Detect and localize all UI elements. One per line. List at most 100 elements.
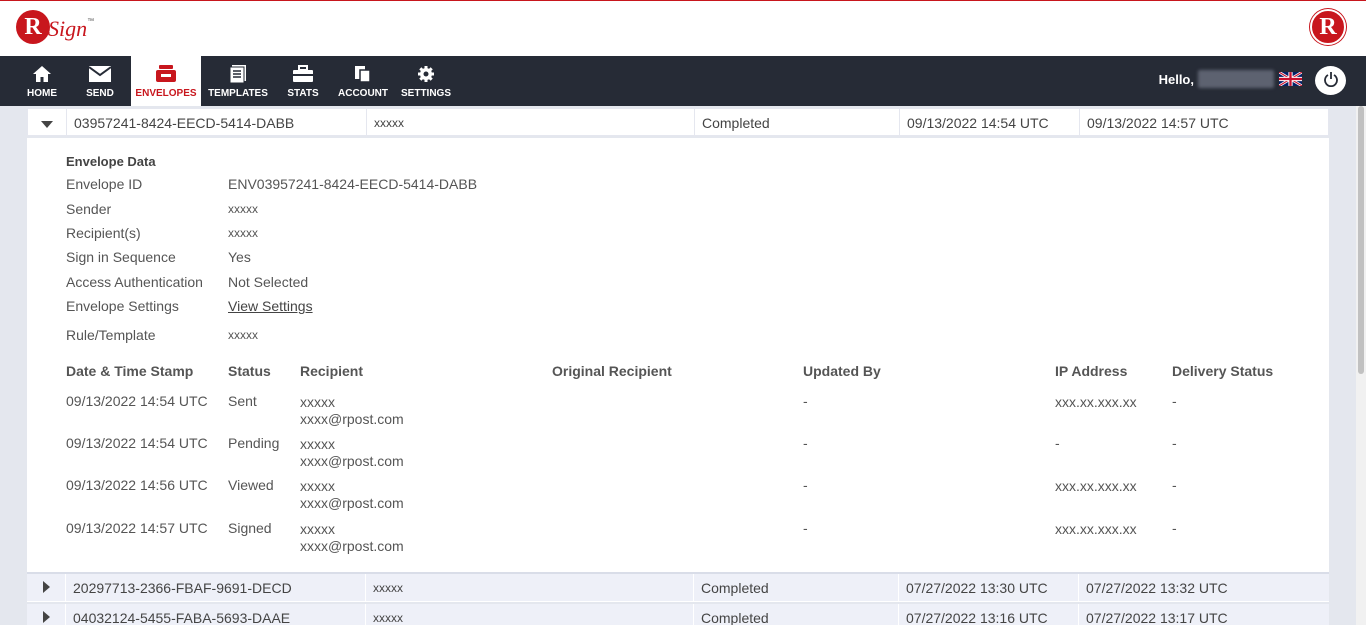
field-label: Sender bbox=[66, 201, 112, 217]
rsign-logo[interactable]: R Sign ™ bbox=[16, 9, 94, 45]
briefcase-icon bbox=[292, 56, 314, 86]
history-status: Viewed bbox=[228, 477, 274, 493]
field-label: Access Authentication bbox=[66, 274, 203, 290]
history-recipient-email: xxxx@rpost.com bbox=[300, 453, 404, 469]
history-timestamp: 09/13/2022 14:54 UTC bbox=[66, 435, 208, 451]
history-timestamp: 09/13/2022 14:56 UTC bbox=[66, 477, 208, 493]
field-value-rule-template: xxxxx bbox=[228, 328, 258, 342]
envelope-id-cell: 03957241-8424-EECD-5414-DABB bbox=[66, 109, 366, 137]
history-delivery: - bbox=[1172, 477, 1177, 493]
field-value-sender: xxxxx bbox=[228, 202, 258, 216]
nav-settings[interactable]: SETTINGS bbox=[401, 56, 451, 106]
history-header-status: Status bbox=[228, 363, 271, 379]
envelope-icon bbox=[89, 56, 111, 86]
caret-down-icon bbox=[41, 115, 53, 131]
history-status: Pending bbox=[228, 435, 280, 451]
status-cell: Completed bbox=[693, 574, 898, 602]
history-recipient-name: xxxxx bbox=[300, 394, 335, 410]
history-recipient-name: xxxxx bbox=[300, 436, 335, 452]
expand-row-button[interactable] bbox=[27, 574, 65, 602]
top-header: R Sign ™ R bbox=[0, 0, 1366, 56]
gear-icon bbox=[417, 56, 435, 86]
sent-date-cell: 07/27/2022 13:30 UTC bbox=[898, 574, 1078, 602]
history-delivery: - bbox=[1172, 435, 1177, 451]
history-header-ip-address: IP Address bbox=[1055, 363, 1128, 379]
updated-date-cell: 07/27/2022 13:17 UTC bbox=[1078, 604, 1328, 625]
vertical-scrollbar[interactable] bbox=[1356, 106, 1366, 625]
field-label: Recipient(s) bbox=[66, 225, 141, 241]
nav-home-label: HOME bbox=[27, 88, 57, 99]
updated-date-cell: 07/27/2022 13:32 UTC bbox=[1078, 574, 1328, 602]
inbox-icon bbox=[155, 56, 177, 86]
home-icon bbox=[32, 56, 52, 86]
updated-date-cell: 09/13/2022 14:57 UTC bbox=[1079, 109, 1329, 137]
history-recipient-email: xxxx@rpost.com bbox=[300, 538, 404, 554]
field-label: Envelope Settings bbox=[66, 298, 179, 314]
history-delivery: - bbox=[1172, 393, 1177, 409]
nav-account-label: ACCOUNT bbox=[338, 88, 388, 99]
history-timestamp: 09/13/2022 14:57 UTC bbox=[66, 520, 208, 536]
uk-flag-icon[interactable] bbox=[1278, 70, 1303, 88]
nav-send-label: SEND bbox=[86, 88, 114, 99]
caret-right-icon bbox=[42, 610, 50, 625]
power-icon bbox=[1323, 71, 1339, 90]
history-timestamp: 09/13/2022 14:54 UTC bbox=[66, 393, 208, 409]
nav-envelopes[interactable]: ENVELOPES bbox=[131, 56, 201, 106]
history-header-recipient: Recipient bbox=[300, 363, 364, 379]
greeting-text: Hello, bbox=[1158, 72, 1194, 87]
history-header-timestamp: Date & Time Stamp bbox=[66, 363, 194, 379]
nav-send[interactable]: SEND bbox=[80, 56, 120, 106]
envelope-id-cell: 04032124-5455-FABA-5693-DAAE bbox=[65, 604, 365, 625]
subject-cell: xxxxx bbox=[366, 109, 694, 137]
history-header-delivery-status: Delivery Status bbox=[1172, 363, 1274, 379]
envelope-detail-panel: Envelope Data Envelope ID ENV03957241-84… bbox=[27, 138, 1329, 572]
view-settings-link[interactable]: View Settings bbox=[228, 298, 313, 314]
envelope-row[interactable]: 04032124-5455-FABA-5693-DAAE xxxxx Compl… bbox=[27, 604, 1329, 625]
subject-cell: xxxxx bbox=[365, 604, 693, 625]
nav-settings-label: SETTINGS bbox=[401, 88, 452, 99]
logo-wordmark: Sign bbox=[48, 16, 88, 41]
status-cell: Completed bbox=[693, 604, 898, 625]
document-icon bbox=[229, 56, 247, 86]
field-value-envelope-id: ENV03957241-8424-EECD-5414-DABB bbox=[228, 176, 478, 192]
field-label: Envelope ID bbox=[66, 176, 143, 192]
history-ip: xxx.xx.xxx.xx bbox=[1055, 394, 1137, 410]
history-recipient-email: xxxx@rpost.com bbox=[300, 495, 404, 511]
collapse-row-button[interactable] bbox=[28, 109, 66, 137]
history-recipient-name: xxxxx bbox=[300, 521, 335, 537]
nav-account[interactable]: ACCOUNT bbox=[337, 56, 389, 106]
rpost-brand-logo: R bbox=[1310, 9, 1346, 45]
user-name-redacted bbox=[1198, 70, 1274, 88]
history-updated-by: - bbox=[803, 393, 808, 409]
subject-cell: xxxxx bbox=[365, 574, 693, 602]
history-header-updated-by: Updated By bbox=[803, 363, 881, 379]
sent-date-cell: 09/13/2022 14:54 UTC bbox=[899, 109, 1079, 137]
field-label: Sign in Sequence bbox=[66, 249, 176, 265]
logout-button[interactable] bbox=[1315, 66, 1346, 95]
logo-r-mark: R bbox=[16, 10, 50, 44]
status-cell: Completed bbox=[694, 109, 899, 137]
sent-date-cell: 07/27/2022 13:16 UTC bbox=[898, 604, 1078, 625]
nav-envelopes-label: ENVELOPES bbox=[135, 88, 197, 99]
field-label: Rule/Template bbox=[66, 327, 156, 343]
history-header-original-recipient: Original Recipient bbox=[552, 363, 672, 379]
nav-templates-label: TEMPLATES bbox=[208, 88, 268, 99]
history-updated-by: - bbox=[803, 435, 808, 451]
envelope-row[interactable]: 20297713-2366-FBAF-9691-DECD xxxxx Compl… bbox=[27, 574, 1329, 602]
nav-home[interactable]: HOME bbox=[22, 56, 62, 106]
history-ip: xxx.xx.xxx.xx bbox=[1055, 478, 1137, 494]
field-value-access-auth: Not Selected bbox=[228, 274, 309, 290]
nav-templates[interactable]: TEMPLATES bbox=[206, 56, 270, 106]
logo-trademark: ™ bbox=[87, 17, 95, 25]
history-delivery: - bbox=[1172, 520, 1177, 536]
history-updated-by: - bbox=[803, 520, 808, 536]
scrollbar-thumb[interactable] bbox=[1358, 106, 1364, 374]
nav-stats-label: STATS bbox=[287, 88, 319, 99]
history-ip: - bbox=[1055, 435, 1060, 451]
envelope-row[interactable]: 03957241-8424-EECD-5414-DABB xxxxx Compl… bbox=[27, 108, 1329, 137]
history-recipient-email: xxxx@rpost.com bbox=[300, 411, 404, 427]
nav-stats[interactable]: STATS bbox=[283, 56, 323, 106]
history-ip: xxx.xx.xxx.xx bbox=[1055, 521, 1137, 537]
history-updated-by: - bbox=[803, 477, 808, 493]
expand-row-button[interactable] bbox=[27, 604, 65, 625]
